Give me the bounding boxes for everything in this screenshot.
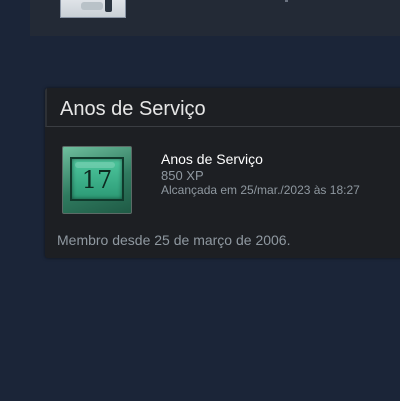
showcase-header: Anos de Serviço: [45, 88, 400, 127]
years-of-service-showcase: Anos de Serviço 17 Anos de Serviço 850 X…: [45, 88, 400, 258]
thumbnail-figure: [105, 0, 112, 12]
profile-page: Anos de Serviço 17 Anos de Serviço 850 X…: [0, 0, 400, 401]
showcase-title: Anos de Serviço: [60, 98, 206, 120]
member-since-text: Membro desde 25 de março de 2006.: [57, 232, 291, 248]
thumbnail-scene: [81, 2, 103, 10]
badge-unlock-date: Alcançada em 25/mar./2023 às 18:27: [161, 183, 360, 197]
badge-name: Anos de Serviço: [161, 151, 263, 167]
truncated-text-fragment: [285, 0, 288, 2]
badge-number: 17: [81, 166, 113, 194]
badge-xp: 850 XP: [161, 168, 204, 183]
badge-plaque: 17: [70, 157, 124, 201]
showcase-thumbnail[interactable]: [60, 0, 126, 18]
years-of-service-badge-icon[interactable]: 17: [62, 146, 132, 214]
